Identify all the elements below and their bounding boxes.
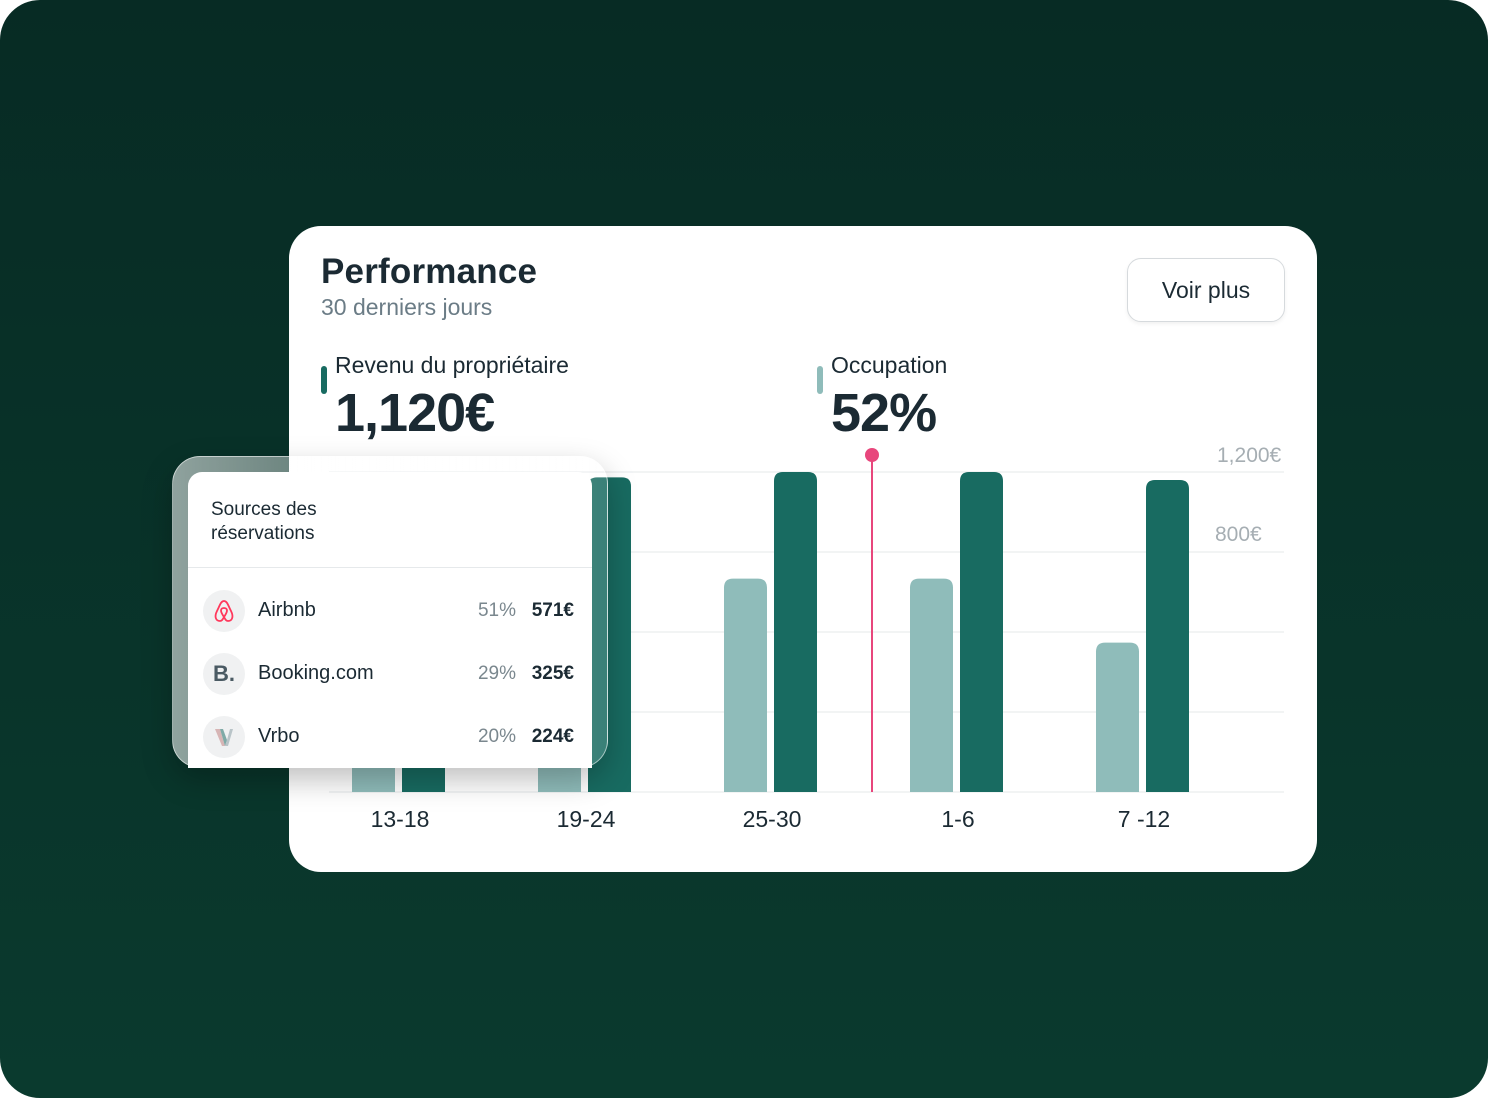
x-tick-label: 19-24 [556,806,616,832]
x-tick-label: 25-30 [742,806,802,832]
source-amount: 325€ [531,663,574,684]
y-tick-800: 800€ [1215,523,1262,546]
source-pct: 20% [477,726,516,747]
x-tick-label: 1-6 [941,806,975,832]
occupancy-bar[interactable] [724,578,767,792]
booking-icon: B. [203,653,245,695]
marker-dot[interactable] [865,448,879,462]
booking-logo-text: B. [213,661,235,686]
revenue-bar[interactable] [774,472,817,792]
source-name: Airbnb [258,599,316,621]
x-tick-label: 7 -12 [1117,806,1171,832]
revenue-bar[interactable] [960,472,1003,792]
source-name: Booking.com [258,662,374,684]
occupancy-bar[interactable] [910,578,953,792]
source-amount: 224€ [531,726,574,747]
source-row-airbnb[interactable]: Airbnb 51% 571€ [188,586,592,642]
airbnb-icon [203,590,245,632]
x-tick-label: 13-18 [370,806,430,832]
occupancy-bar[interactable] [1096,642,1139,792]
revenue-bar[interactable] [1146,480,1189,792]
source-name: Vrbo [258,725,300,747]
source-pct: 29% [477,663,516,684]
source-amount: 571€ [531,600,574,621]
vrbo-icon [203,716,245,758]
source-row-vrbo[interactable]: Vrbo 20% 224€ [188,712,592,768]
sources-divider [188,567,592,568]
y-tick-1200: 1,200€ [1217,444,1282,467]
source-row-booking[interactable]: B. Booking.com 29% 325€ [188,649,592,705]
page-background: Performance 30 derniers jours Voir plus … [0,0,1488,1098]
booking-sources-popup: Sources des réservations Airbnb 51% 571€… [188,472,592,768]
sources-title: Sources des réservations [211,499,317,544]
source-pct: 51% [477,600,516,621]
